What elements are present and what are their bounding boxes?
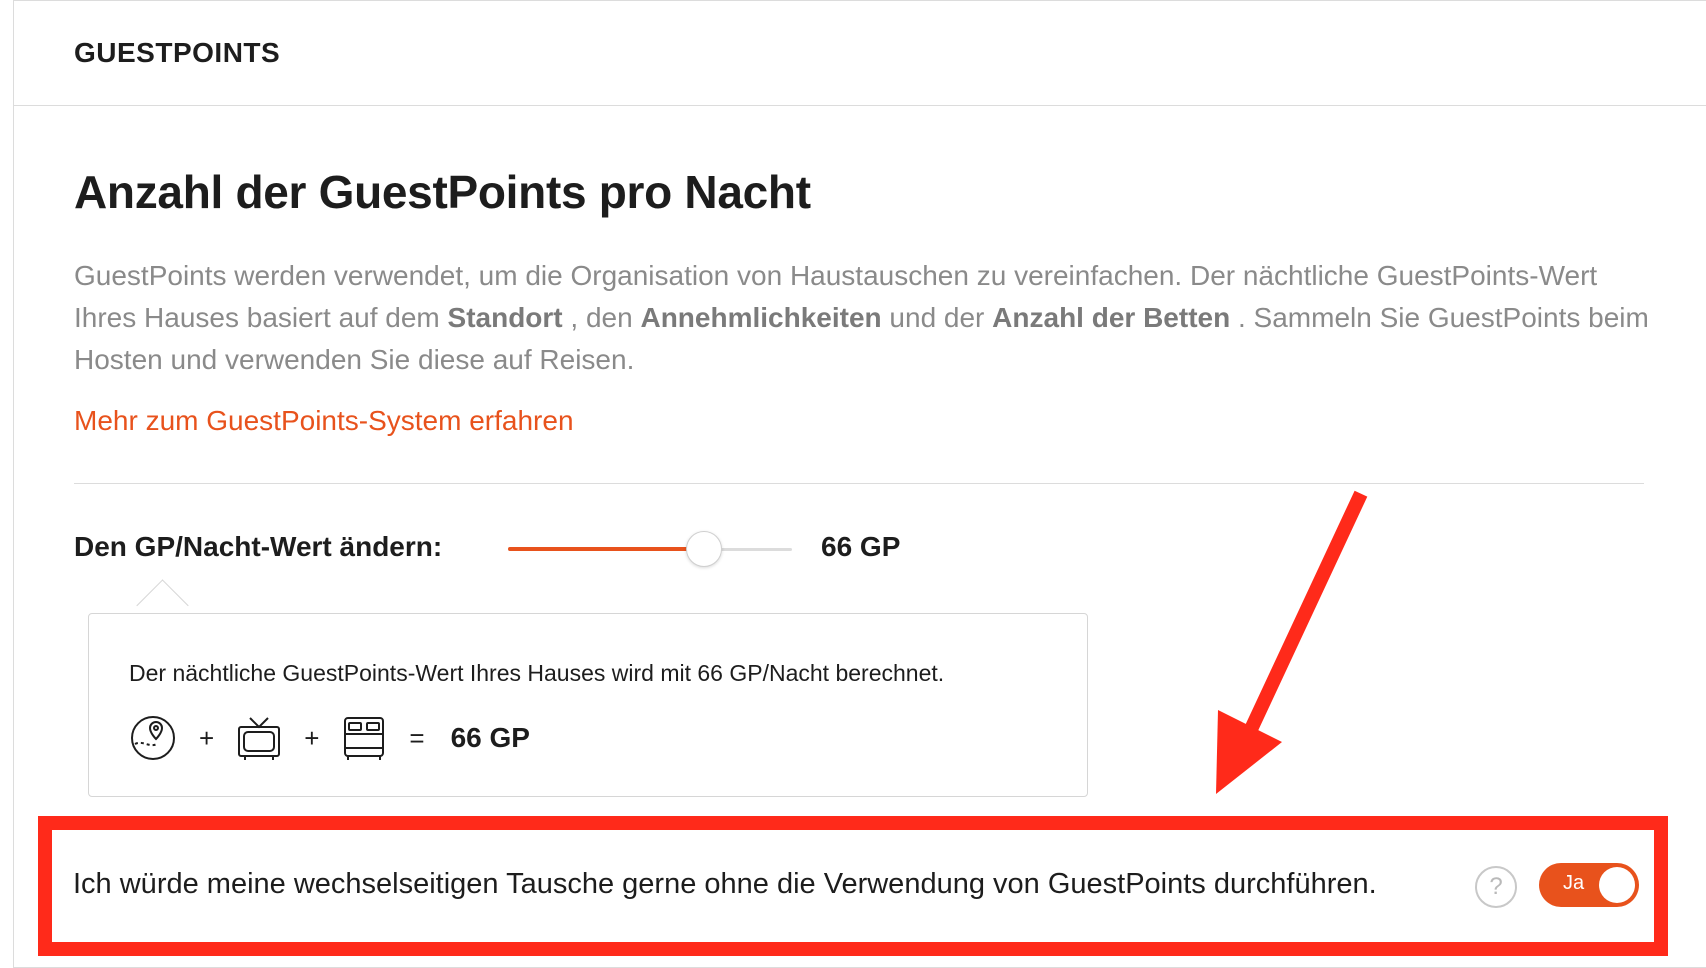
tv-icon [236, 714, 282, 762]
slider-fill [508, 547, 704, 551]
equals-sign: = [409, 722, 425, 753]
slider-value: 66 GP [821, 531, 901, 562]
no-guestpoints-label: Ich würde meine wechselseitigen Tausche … [73, 868, 1377, 900]
learn-more-link[interactable]: Mehr zum GuestPoints-System erfahren [74, 405, 574, 437]
page-title: Anzahl der GuestPoints pro Nacht [74, 166, 811, 218]
calculation-infobox: Der nächtliche GuestPoints-Wert Ihres Ha… [88, 613, 1088, 797]
description-text: , den [562, 302, 641, 333]
toggle-knob[interactable] [1599, 867, 1635, 903]
description-text: und der [881, 302, 993, 333]
description: GuestPoints werden verwendet, um die Org… [74, 255, 1664, 381]
slider-label: Den GP/Nacht-Wert ändern: [74, 531, 443, 562]
calculation-formula: + + = 66 GP [129, 710, 530, 766]
help-icon[interactable]: ? [1475, 866, 1517, 908]
section-title: GUESTPOINTS [74, 37, 281, 68]
toggle-label: Ja [1563, 872, 1585, 894]
bed-icon [341, 714, 387, 762]
description-bold-beds: Anzahl der Betten [992, 302, 1231, 333]
plus-sign: + [199, 722, 215, 753]
slider-thumb[interactable] [685, 531, 722, 567]
no-guestpoints-toggle-row: Ich würde meine wechselseitigen Tausche … [73, 858, 1643, 914]
description-bold-location: Standort [447, 302, 563, 333]
card-header: GUESTPOINTS [14, 1, 1706, 106]
plus-sign: + [304, 722, 320, 753]
no-guestpoints-toggle[interactable]: Ja [1539, 863, 1639, 907]
calculation-text: Der nächtliche GuestPoints-Wert Ihres Ha… [129, 660, 945, 686]
divider [74, 483, 1644, 484]
location-map-icon [129, 714, 177, 762]
gp-per-night-slider[interactable] [508, 531, 792, 567]
calculation-result: 66 GP [450, 722, 530, 753]
description-bold-amenities: Annehmlichkeiten [640, 302, 882, 333]
